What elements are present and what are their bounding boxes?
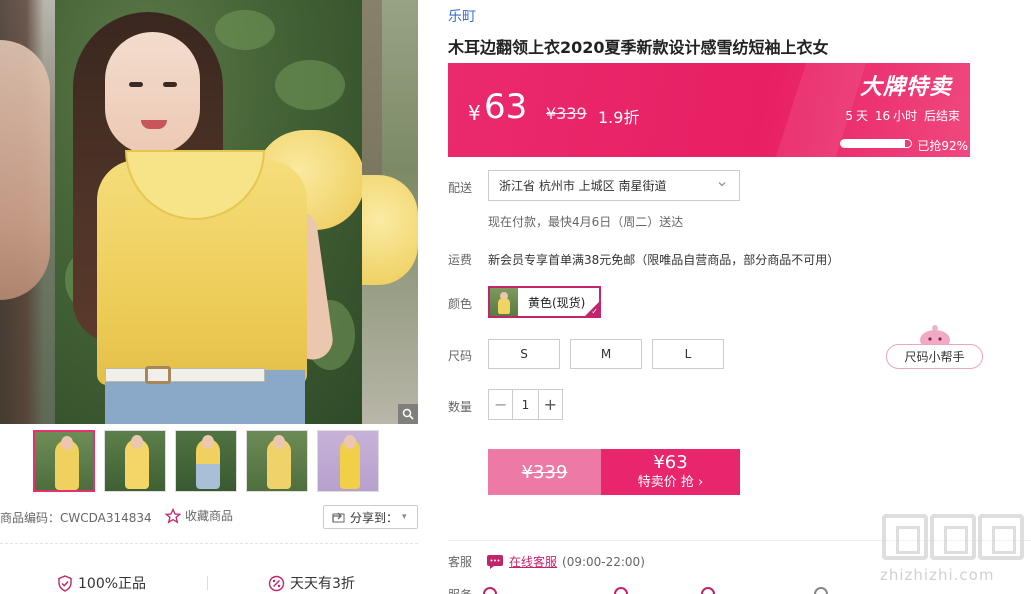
shield-icon (58, 574, 72, 592)
services-label: 服务 (448, 586, 472, 594)
thumbnail-1[interactable] (33, 430, 95, 492)
price-banner: ¥ 63 ¥339 1.9折 大牌特卖 5天 16 小时 后结束 已抢92% (448, 63, 970, 157)
service-icon (483, 587, 497, 594)
address-value: 浙江省 杭州市 上城区 南星街道 (499, 179, 667, 193)
brand-link[interactable]: 乐町 (448, 6, 476, 26)
online-service-link[interactable]: 在线客服 (509, 553, 557, 570)
thumbnail-strip (33, 430, 379, 492)
product-meta-row: 商品编码：CWCDA314834 收藏商品 分享到： ▾ (0, 505, 418, 531)
quantity-label: 数量 (448, 400, 473, 414)
color-option-label: 黄色(现货) (528, 295, 586, 310)
thumbnail-2[interactable] (104, 430, 166, 492)
quantity-increase-button[interactable]: + (539, 390, 562, 419)
chat-bubble-icon (487, 554, 503, 569)
color-label: 颜色 (448, 297, 473, 311)
sku-code: 商品编码：CWCDA314834 (0, 511, 152, 525)
photo-model (55, 0, 362, 424)
discount-rate: 1.9折 (598, 108, 640, 127)
original-price: ¥339 (546, 104, 587, 123)
quantity-input[interactable]: 1 (512, 390, 539, 419)
share-icon (332, 512, 345, 523)
sold-progress-bar (840, 139, 912, 148)
photo-side-left (0, 0, 55, 424)
shipping-label: 运费 (448, 253, 473, 267)
chevron-down-icon (718, 182, 726, 187)
percent-badge-icon (268, 575, 285, 591)
watermark-url: zhizhizhi.com (880, 566, 995, 584)
buy-label: 特卖价 抢 › (637, 475, 704, 490)
guarantee-bar: 100%正品 天天有3折 (0, 573, 418, 594)
size-helper-button[interactable]: 尺码小帮手 (886, 344, 983, 369)
price-currency: ¥ (468, 101, 481, 125)
shipping-note: 新会员专享首单满38元免邮（限唯品自营商品，部分商品不可用） (488, 253, 840, 267)
color-swatch (490, 288, 518, 316)
share-dropdown[interactable]: 分享到： ▾ (323, 505, 418, 529)
favorite-link[interactable]: 收藏商品 (165, 507, 233, 524)
watermark: zhizhizhi.com (880, 512, 1031, 594)
sold-progress-text: 已抢92% (917, 139, 968, 153)
service-hours: (09:00-22:00) (562, 554, 645, 569)
address-select[interactable]: 浙江省 杭州市 上城区 南星街道 (488, 170, 740, 201)
delivery-estimate: 现在付款，最快4月6日（周二）送达 (488, 215, 684, 229)
zoom-icon[interactable] (398, 404, 418, 424)
guarantee-discount: 天天有3折 (268, 573, 355, 593)
thumbnail-3[interactable] (175, 430, 237, 492)
service-icon (814, 587, 828, 594)
buy-now-button[interactable]: ¥63 特卖价 抢 › (601, 449, 740, 495)
service-icon (701, 587, 715, 594)
countdown-timer: 5天 16 小时 后结束 (845, 109, 960, 123)
color-option-yellow[interactable]: 黄色(现货) ✓ (488, 286, 601, 318)
flash-sale-badge: 大牌特卖 (859, 75, 952, 100)
delivery-label: 配送 (448, 181, 473, 195)
buy-original-price[interactable]: ¥339 (488, 449, 601, 495)
guarantee-authentic: 100%正品 (57, 573, 146, 593)
quantity-decrease-button[interactable]: − (489, 390, 512, 419)
share-label: 分享到： (350, 510, 399, 525)
customer-service-row: 客服 在线客服 (09:00-22:00) (448, 553, 645, 570)
thumbnail-5[interactable] (317, 430, 379, 492)
checkmark-icon: ✓ (591, 307, 598, 316)
size-label: 尺码 (448, 349, 473, 363)
favorite-label: 收藏商品 (185, 509, 234, 523)
buy-price: ¥63 (653, 452, 688, 473)
size-option-l[interactable]: L (652, 339, 724, 369)
chevron-down-icon: ▾ (402, 512, 407, 522)
size-option-m[interactable]: M (570, 339, 642, 369)
chevron-right-icon: › (698, 475, 704, 490)
quantity-stepper: − 1 + (488, 389, 563, 420)
divider (0, 543, 418, 544)
photo-side-right (362, 0, 418, 424)
product-title: 木耳边翻领上衣2020夏季新款设计感雪纺短袖上衣女 (448, 38, 829, 57)
sale-price: 63 (484, 87, 528, 127)
star-icon (165, 507, 181, 524)
thumbnail-4[interactable] (246, 430, 308, 492)
service-icon (614, 587, 628, 594)
product-page: 商品编码：CWCDA314834 收藏商品 分享到： ▾ 100%正品 天天有3… (0, 0, 1031, 594)
main-product-image[interactable] (0, 0, 418, 424)
customer-service-label: 客服 (448, 555, 473, 569)
size-option-s[interactable]: S (488, 339, 560, 369)
